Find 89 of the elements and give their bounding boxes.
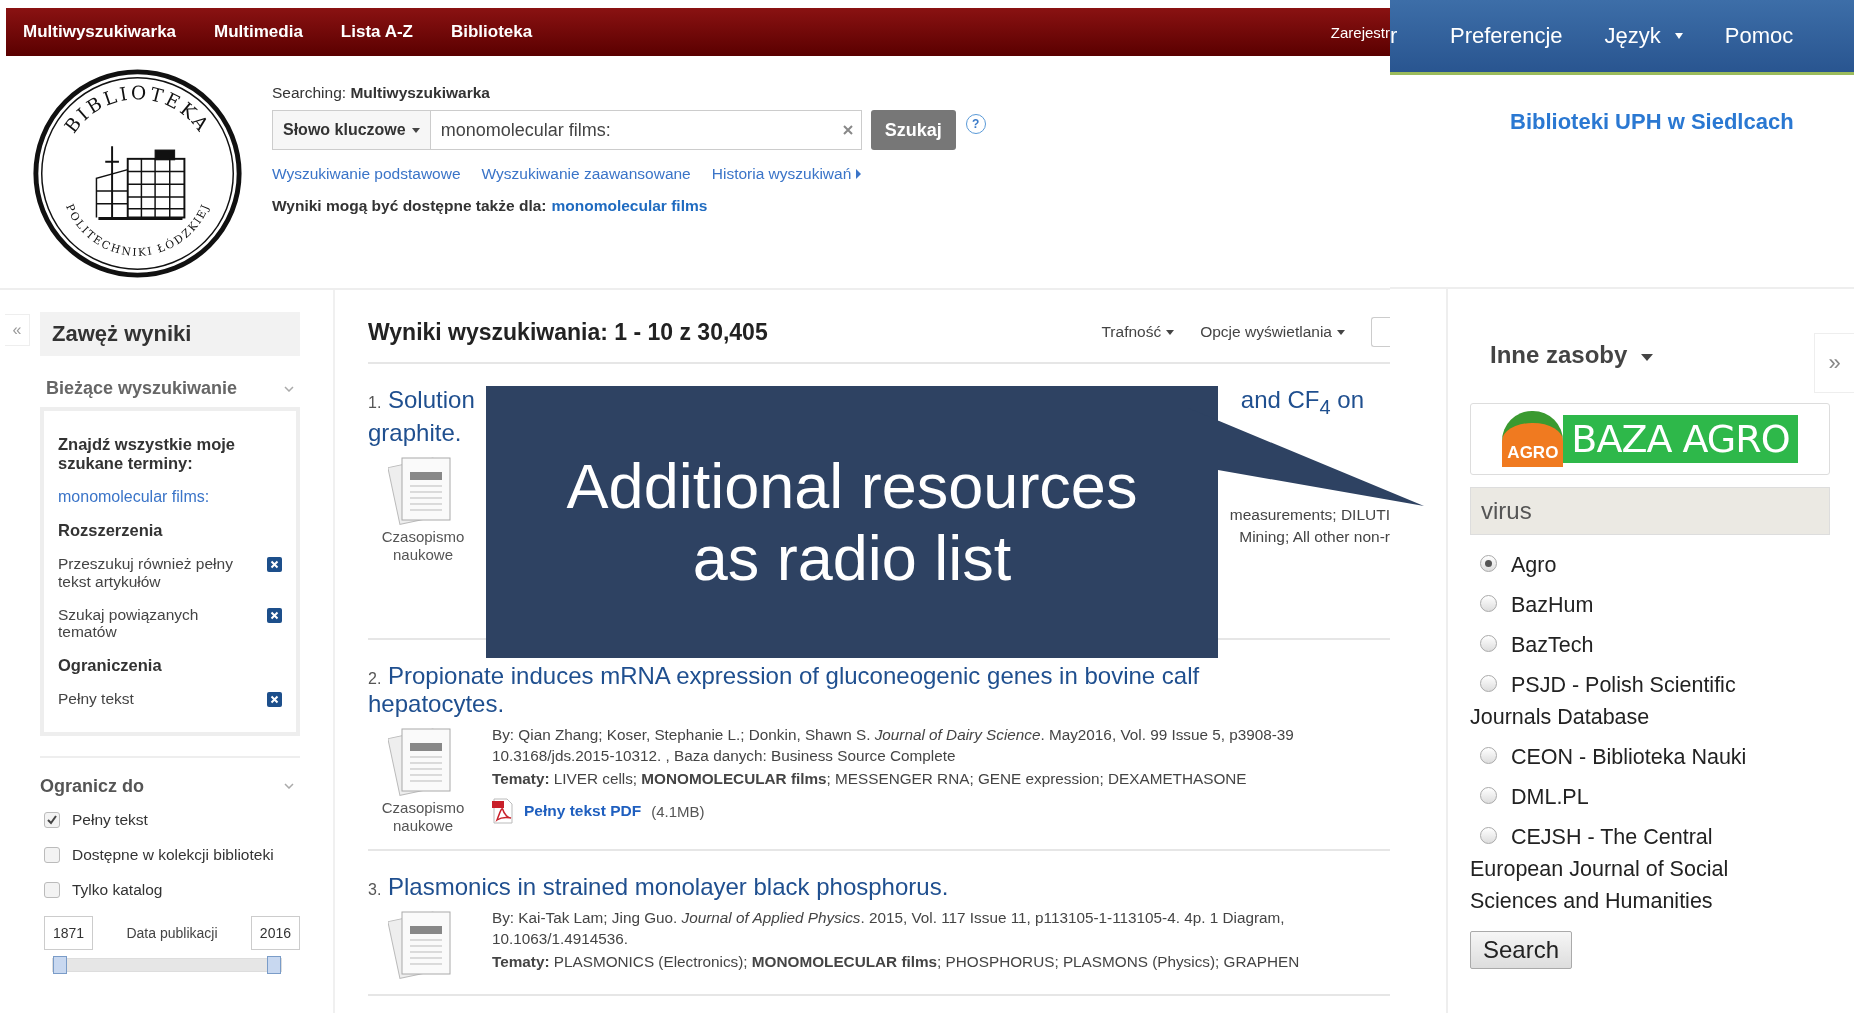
searching-label: Searching: Multiwyszukiwarka <box>272 84 491 102</box>
logo-badge: AGRO <box>1502 411 1564 467</box>
search-link[interactable]: Historia wyszukiwań <box>711 165 862 183</box>
remove-icon[interactable] <box>267 607 282 623</box>
query-field[interactable]: virus <box>1470 487 1830 535</box>
group-heading: Ograniczenia <box>58 656 163 676</box>
radio-button[interactable] <box>1480 827 1497 844</box>
filter-label: Przeszukuj również pełny tekst artykułów <box>58 554 234 591</box>
citation-text: 10.1063/1.4914536. <box>492 928 630 949</box>
subjects-text: Tematy: PLASMONICS (Electronics); MONOMOLECULAR films; PHOSPHORUS; PLASMONS (Physics); GRAPHEN <box>492 953 1301 972</box>
nav-link[interactable]: Multimedia <box>214 22 303 42</box>
suggestion-label: Wyniki mogą być dostępne także dla: <box>272 197 547 215</box>
remove-icon[interactable] <box>267 556 282 572</box>
nav-link[interactable]: Preferencje <box>1450 23 1563 49</box>
nav-link[interactable]: Pomoc <box>1724 23 1794 49</box>
section-heading[interactable]: Bieżące wyszukiwanie <box>46 378 238 399</box>
results-heading: Wyniki wyszukiwania: 1 - 10 z 30,405 <box>368 318 768 346</box>
chevron-icon[interactable] <box>284 385 294 392</box>
search-link[interactable]: Wyszukiwanie zaawansowane <box>481 165 691 183</box>
caret-icon[interactable] <box>1641 353 1654 361</box>
radio-label[interactable]: CEON - Biblioteka Nauki <box>1470 741 1800 773</box>
checkbox-label[interactable]: Pełny tekst <box>72 810 148 829</box>
result-text: Mining; All other non-r <box>1239 527 1390 546</box>
nav-link[interactable]: Zarejestr <box>1330 23 1390 41</box>
filter-label: Szukaj powiązanych tematów <box>58 605 200 642</box>
sort-dropdown[interactable]: Trafność <box>1101 323 1175 341</box>
result-title-link[interactable]: 3. Plasmonics in strained monolayer black phosphorus. <box>368 873 1328 902</box>
radio-button[interactable] <box>1480 635 1497 652</box>
group-heading: Rozszerzenia <box>58 520 164 540</box>
page-options-button[interactable] <box>1371 317 1390 347</box>
radio-label[interactable]: BazTech <box>1470 629 1800 661</box>
citation-text: By: Qian Zhang; Koser, Stephanie L.; Donkin, Shawn S. Journal of Dairy Science. May2016, Vol. 99 Issue 5, p3908-39 <box>492 725 1295 746</box>
nav-link[interactable]: Biblioteka <box>450 22 533 42</box>
filter-label: Pełny tekst <box>58 690 135 708</box>
radio-label[interactable]: PSJD - Polish Scientific Journals Database <box>1470 669 1800 733</box>
citation-text: 10.3168/jds.2015-10312. , Baza danych: Business Source Complete <box>492 745 957 766</box>
panel-text: Znajdź wszystkie moje szukane terminy: <box>58 435 236 473</box>
chevron-icon[interactable] <box>284 783 294 790</box>
search-button[interactable]: Search <box>1470 931 1573 969</box>
radio-button[interactable] <box>1480 595 1497 612</box>
radio-button[interactable] <box>1480 555 1497 572</box>
radio-button[interactable] <box>1480 787 1497 804</box>
result-title-link[interactable]: 2. Propionate induces mRNA expression of gluconeogenic genes in bovine calf hepatocytes. <box>368 661 1328 720</box>
panel-heading[interactable]: Inne zasoby <box>1490 341 1628 369</box>
callout: Additional resources as radio list <box>486 386 1218 658</box>
term-link[interactable]: monomolecular films: <box>58 487 282 506</box>
field-selector[interactable]: Słowo kluczowe <box>272 110 430 150</box>
result-text: measurements; DILUTI <box>1229 505 1390 524</box>
date-from-field[interactable]: 1871 <box>44 915 94 950</box>
radio-button[interactable] <box>1480 747 1497 764</box>
search-button[interactable]: Szukaj <box>870 110 956 150</box>
library-link[interactable]: Biblioteki UPH w Siedlcach <box>1510 109 1794 134</box>
subjects-text: Tematy: LIVER cells; MONOMOLECULAR films; MESSENGER RNA; GENE expression; DEXAMETHASONE <box>492 770 1248 789</box>
type-label: Czasopismo naukowe <box>380 527 466 564</box>
checkbox-label[interactable]: Dostępne w kolekcji biblioteki <box>72 845 274 864</box>
radio-label[interactable]: CEJSH - The Central European Journal of Social Sciences and Humanities <box>1470 821 1800 917</box>
radio-label[interactable]: BazHum <box>1470 589 1800 621</box>
radio-label[interactable]: Agro <box>1470 549 1800 581</box>
result-number: 1. <box>368 394 382 411</box>
radio-button[interactable] <box>1480 675 1497 692</box>
result-title-link[interactable]: Solution <box>388 386 475 413</box>
pdf-link[interactable]: Pełny tekst PDF <box>524 802 642 821</box>
logo-banner: BAZA AGRO <box>1563 415 1798 463</box>
remove-icon[interactable] <box>267 692 282 708</box>
citation-text: By: Kai-Tak Lam; Jing Guo. Journal of Applied Physics. 2015, Vol. 117 Issue 11, p113105-1-113105-4. 4p. 1 Diagram, <box>492 908 1286 928</box>
checkbox[interactable] <box>44 846 60 863</box>
date-range-slider[interactable] <box>53 958 281 971</box>
result-title-link[interactable]: and CF$_{4}$ on <box>1240 386 1364 419</box>
radio-label[interactable]: DML.PL <box>1470 781 1800 813</box>
section-heading[interactable]: Ogranicz do <box>40 775 144 797</box>
clear-icon[interactable] <box>842 125 853 135</box>
date-to-field[interactable]: 2016 <box>250 915 300 950</box>
checkbox-label[interactable]: Tylko katalog <box>72 880 163 899</box>
file-size: (4.1MB) <box>651 802 705 820</box>
checkbox[interactable] <box>44 811 60 828</box>
nav-link[interactable]: Multiwyszukiwarka <box>23 22 177 42</box>
nav-link[interactable]: Lista A-Z <box>340 22 413 42</box>
checkbox[interactable] <box>44 881 60 898</box>
nav-link[interactable]: Język <box>1604 23 1661 49</box>
suggestion-link[interactable]: monomolecular films <box>551 197 708 215</box>
type-label: Czasopismo naukowe <box>380 799 466 836</box>
nav-link[interactable]: r <box>1390 23 1450 49</box>
sidebar-title: Zawęż wyniki <box>40 312 300 356</box>
date-label: Data publikacji <box>126 924 218 941</box>
search-field[interactable]: monomolecular films: <box>429 110 862 150</box>
expand-button[interactable]: » <box>1814 333 1854 393</box>
display-options-dropdown[interactable]: Opcje wyświetlania <box>1200 323 1345 341</box>
search-link[interactable]: Wyszukiwanie podstawowe <box>272 165 461 183</box>
pdf-icon <box>492 798 514 825</box>
